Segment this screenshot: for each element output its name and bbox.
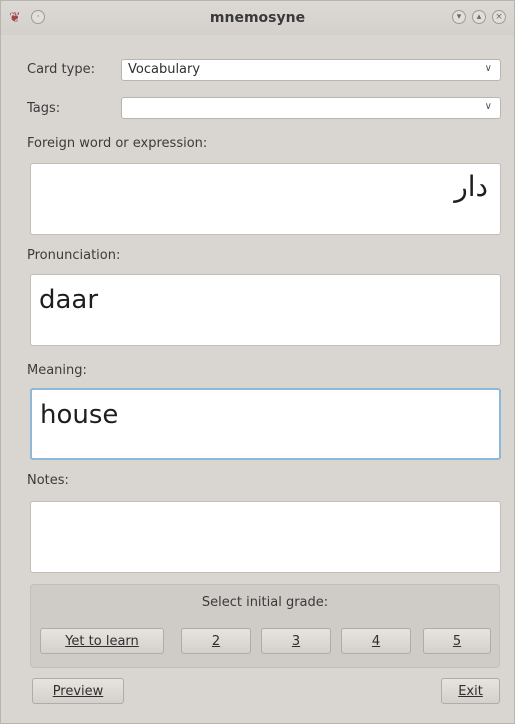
- close-icon[interactable]: ×: [492, 10, 506, 24]
- pronunciation-label: Pronunciation:: [27, 248, 121, 263]
- meaning-field[interactable]: house: [30, 388, 501, 460]
- notes-label: Notes:: [27, 473, 69, 488]
- chevron-down-icon: ∨: [484, 63, 492, 74]
- maximize-icon[interactable]: ▴: [472, 10, 486, 24]
- grade-panel: Select initial grade: Yet to learn 2 3 4…: [30, 584, 500, 668]
- grade-4-button[interactable]: 4: [341, 628, 411, 654]
- grade-5-button[interactable]: 5: [423, 628, 491, 654]
- grade-2-button[interactable]: 2: [181, 628, 251, 654]
- meaning-label: Meaning:: [27, 363, 87, 378]
- pronunciation-field[interactable]: daar: [30, 274, 501, 346]
- card-type-value: Vocabulary: [128, 62, 201, 77]
- title-bar: ❦ · mnemosyne ▾ ▴ ×: [1, 1, 514, 35]
- card-type-label: Card type:: [27, 62, 95, 77]
- minimize-icon[interactable]: ▾: [452, 10, 466, 24]
- preview-button[interactable]: Preview: [32, 678, 124, 704]
- tags-label: Tags:: [27, 101, 61, 116]
- foreign-word-label: Foreign word or expression:: [27, 136, 208, 151]
- window-title: mnemosyne: [209, 10, 306, 26]
- meaning-text: house: [40, 400, 119, 430]
- chevron-down-icon: ∨: [484, 101, 492, 112]
- pronunciation-text: daar: [39, 285, 99, 315]
- notes-field[interactable]: [30, 501, 501, 573]
- foreign-word-field[interactable]: دار: [30, 163, 501, 235]
- grade-title: Select initial grade:: [201, 595, 329, 610]
- grade-3-button[interactable]: 3: [261, 628, 331, 654]
- add-cards-window: ❦ · mnemosyne ▾ ▴ × Card type: Vocabular…: [0, 0, 515, 724]
- card-type-select[interactable]: Vocabulary ∨: [121, 59, 501, 81]
- grade-yet-to-learn-button[interactable]: Yet to learn: [40, 628, 164, 654]
- exit-button[interactable]: Exit: [441, 678, 500, 704]
- tags-input[interactable]: ∨: [121, 97, 501, 119]
- foreign-word-text: دار: [454, 170, 488, 203]
